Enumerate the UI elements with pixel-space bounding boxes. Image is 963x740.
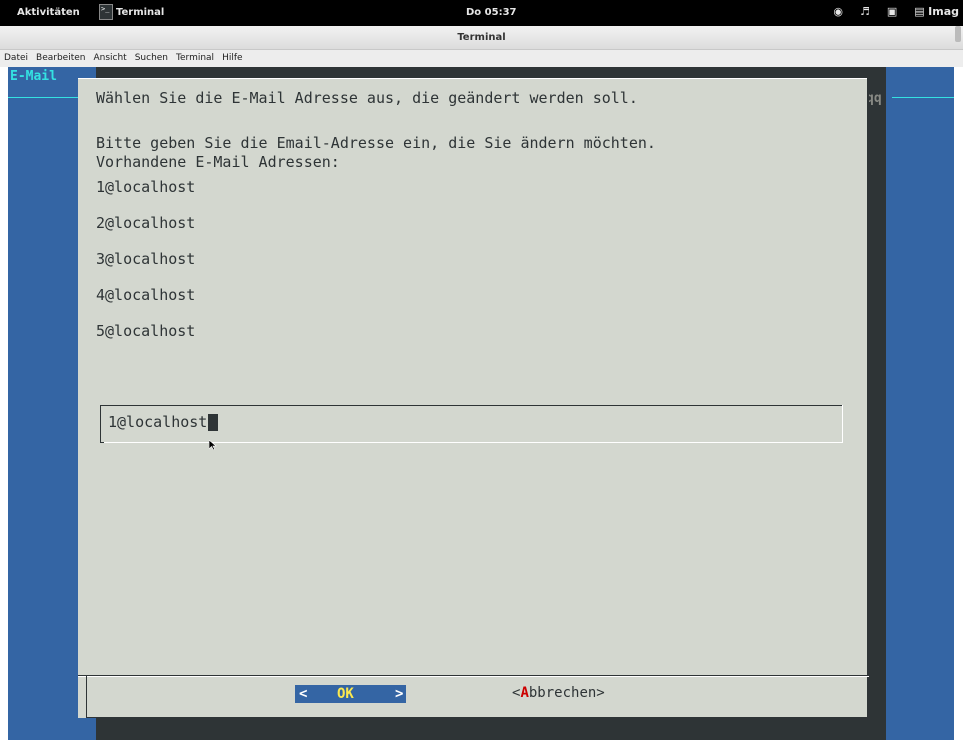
cancel-button[interactable]: <Abbrechen> <box>512 685 605 701</box>
input-border-top <box>100 405 843 406</box>
ok-button-label: OK <box>337 686 354 702</box>
terminal-area[interactable]: E-Mail qq Wählen Sie die E-Mail Adresse … <box>8 67 954 740</box>
input-border-left <box>100 405 101 443</box>
text-cursor <box>208 413 219 431</box>
menubar: Datei Bearbeiten Ansicht Suchen Terminal… <box>0 50 963 67</box>
network-icon[interactable]: ▣ <box>887 5 897 18</box>
dialog-title: Wählen Sie die E-Mail Adresse aus, die g… <box>96 89 638 107</box>
prompt-line-1: Bitte geben Sie die Email-Adresse ein, d… <box>96 134 656 152</box>
terminal-app-icon: >_ <box>99 4 113 20</box>
chat-icon: ▤ <box>914 5 925 18</box>
dialog-border-top <box>78 78 869 79</box>
input-corner <box>100 442 104 443</box>
menu-bearbeiten[interactable]: Bearbeiten <box>36 50 85 67</box>
app-menu[interactable]: >_ Terminal <box>99 4 164 20</box>
window-titlebar[interactable]: Terminal <box>0 26 963 50</box>
menu-datei[interactable]: Datei <box>4 50 28 67</box>
ok-button-right-bracket: > <box>395 686 404 702</box>
menu-hilfe[interactable]: Hilfe <box>222 50 242 67</box>
window-title: Terminal <box>457 32 506 43</box>
dialog-border-right <box>867 78 869 718</box>
input-text: 1@localhost <box>108 413 208 431</box>
address-item: 1@localhost <box>96 178 196 196</box>
cancel-hotkey: A <box>520 685 529 701</box>
cancel-label: bbrechen> <box>528 685 605 701</box>
dialog-corner <box>867 78 869 84</box>
header-line-left <box>8 97 78 98</box>
input-border-right <box>842 405 843 443</box>
ok-button[interactable]: < OK > <box>295 685 406 703</box>
window-control-button[interactable] <box>955 26 961 42</box>
user-menu-label: Imag <box>928 5 959 18</box>
dialog-separator-highlight <box>78 676 869 677</box>
volume-icon[interactable]: ♬ <box>860 5 870 18</box>
menu-ansicht[interactable]: Ansicht <box>93 50 126 67</box>
menu-terminal[interactable]: Terminal <box>176 50 214 67</box>
prompt-line-2: Vorhandene E-Mail Adressen: <box>96 153 340 171</box>
menu-suchen[interactable]: Suchen <box>135 50 168 67</box>
address-item: 3@localhost <box>96 250 196 268</box>
address-item: 4@localhost <box>96 286 196 304</box>
top-bar: Aktivitäten >_ Terminal Do 05:37 ◉ ♬ ▣ ▤… <box>0 0 963 26</box>
header-line-right <box>892 97 954 98</box>
mouse-pointer-icon <box>209 440 217 450</box>
terminal-header: E-Mail <box>10 69 57 84</box>
clock[interactable]: Do 05:37 <box>466 7 516 18</box>
email-dialog: Wählen Sie die E-Mail Adresse aus, die g… <box>78 78 869 718</box>
ok-button-left-bracket: < <box>299 686 308 702</box>
user-menu[interactable]: ▤ Imag <box>914 5 959 18</box>
app-menu-label: Terminal <box>116 6 165 18</box>
dialog-border-bottom <box>86 717 867 718</box>
email-input[interactable]: 1@localhost <box>100 405 843 443</box>
accessibility-icon[interactable]: ◉ <box>833 5 843 18</box>
dialog-prompt: Bitte geben Sie die Email-Adresse ein, d… <box>96 134 656 172</box>
address-item: 2@localhost <box>96 214 196 232</box>
activities-button[interactable]: Aktivitäten <box>17 7 80 18</box>
dialog-border-left <box>86 676 87 718</box>
system-tray: ◉ ♬ ▣ ▤ Imag <box>833 5 963 18</box>
input-value: 1@localhost <box>108 413 219 431</box>
address-item: 5@localhost <box>96 322 196 340</box>
